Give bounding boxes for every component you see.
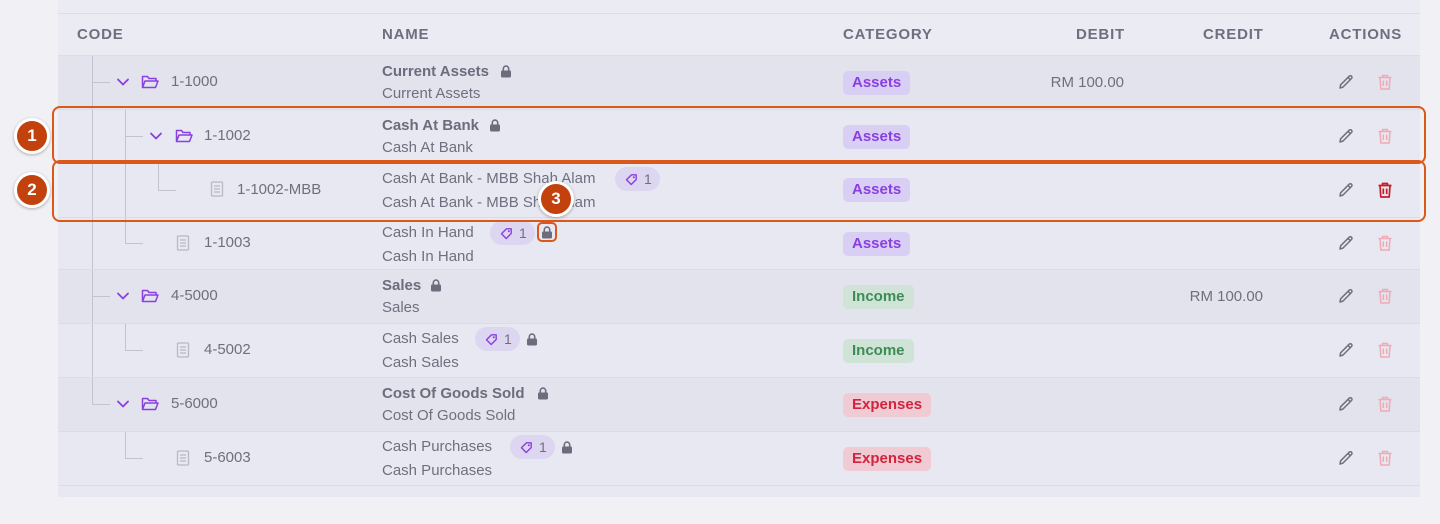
debit-amount: RM 100.00	[1050, 74, 1124, 91]
tree-line	[92, 296, 110, 297]
account-code: 5-6003	[204, 449, 251, 466]
tree-line	[92, 404, 110, 405]
credit-amount: RM 100.00	[1189, 288, 1263, 305]
step-marker-1: 1	[14, 118, 50, 154]
tree-line	[92, 378, 93, 404]
account-name: Cost Of Goods Sold	[382, 385, 525, 402]
document-icon	[176, 342, 190, 358]
account-code: 1-1000	[171, 73, 218, 90]
trash-icon[interactable]	[1377, 395, 1393, 413]
account-description: Cost Of Goods Sold	[382, 407, 516, 424]
tag-count-pill[interactable]: 1	[510, 435, 555, 459]
tag-count: 1	[519, 225, 527, 241]
trash-icon[interactable]	[1377, 341, 1393, 359]
header-name[interactable]: NAME	[382, 26, 429, 43]
account-description: Current Assets	[382, 85, 481, 102]
account-description: Cash Purchases	[382, 462, 493, 479]
lock-icon	[431, 279, 441, 292]
account-code: 4-5000	[171, 287, 218, 304]
tag-count-pill[interactable]: 1	[490, 221, 535, 245]
account-code: 4-5002	[204, 341, 251, 358]
tag-count: 1	[539, 439, 547, 455]
lock-icon	[538, 387, 548, 400]
header-actions: ACTIONS	[1329, 26, 1403, 43]
folder-open-icon	[141, 75, 159, 89]
folder-open-icon	[141, 289, 159, 303]
table-top-edge	[58, 0, 1420, 14]
tag-icon	[520, 441, 532, 453]
category-badge: Assets	[843, 232, 911, 256]
step-marker-3: 3	[538, 181, 574, 217]
highlight-box-1	[52, 106, 1426, 164]
pencil-icon[interactable]	[1337, 449, 1355, 467]
tag-count-pill[interactable]: 1	[475, 327, 520, 351]
account-code: 1-1003	[204, 234, 251, 251]
lock-icon	[562, 441, 572, 454]
category-badge: Assets	[843, 71, 911, 95]
account-name: Cash Purchases	[382, 438, 493, 455]
tree-line	[125, 324, 126, 350]
trash-icon[interactable]	[1377, 234, 1393, 252]
document-icon	[176, 450, 190, 466]
pencil-icon[interactable]	[1337, 73, 1355, 91]
chevron-down-icon[interactable]	[116, 289, 130, 303]
tree-line	[125, 432, 126, 458]
highlight-box-2	[52, 160, 1426, 222]
account-code: 5-6000	[171, 395, 218, 412]
account-name: Cash Sales	[382, 330, 459, 347]
account-description: Cash Sales	[382, 354, 459, 371]
tree-line	[92, 218, 93, 269]
tag-icon	[500, 227, 512, 239]
account-name: Current Assets	[382, 63, 489, 80]
trash-icon[interactable]	[1377, 287, 1393, 305]
category-badge: Expenses	[843, 447, 932, 471]
pencil-icon[interactable]	[1337, 287, 1355, 305]
table-row[interactable]: 1-1000 Current Assets Current Assets Ass…	[58, 56, 1420, 110]
pencil-icon[interactable]	[1337, 395, 1355, 413]
lock-icon	[501, 65, 511, 78]
header-debit[interactable]: DEBIT	[1076, 26, 1125, 43]
table-row[interactable]: 5-6003 Cash Purchases 1 Cash Purchases E…	[58, 432, 1420, 486]
account-name: Sales	[382, 277, 422, 294]
pencil-icon[interactable]	[1337, 341, 1355, 359]
tree-line	[125, 458, 143, 459]
document-icon	[176, 235, 190, 251]
lock-highlight-box	[537, 222, 557, 242]
tag-icon	[485, 333, 497, 345]
header-code[interactable]: CODE	[77, 26, 124, 43]
tree-line	[125, 243, 143, 244]
chart-of-accounts-table: CODE NAME CATEGORY DEBIT CREDIT ACTIONS …	[58, 0, 1420, 497]
table-header: CODE NAME CATEGORY DEBIT CREDIT ACTIONS	[58, 14, 1420, 56]
chevron-down-icon[interactable]	[116, 397, 130, 411]
trash-icon[interactable]	[1377, 73, 1393, 91]
header-category[interactable]: CATEGORY	[843, 26, 933, 43]
chevron-down-icon[interactable]	[116, 75, 130, 89]
lock-icon	[527, 333, 537, 346]
tree-line	[92, 324, 93, 377]
table-row[interactable]: 1-1003 Cash In Hand 1 Cash In Hand Asset…	[58, 218, 1420, 270]
category-badge: Income	[843, 285, 914, 309]
table-row[interactable]: 4-5000 Sales Sales Income RM 100.00	[58, 270, 1420, 324]
step-marker-2: 2	[14, 172, 50, 208]
account-description: Sales	[382, 299, 420, 316]
category-badge: Expenses	[843, 393, 932, 417]
account-description: Cash In Hand	[382, 248, 474, 265]
account-name: Cash In Hand	[382, 224, 474, 241]
table-row[interactable]: 4-5002 Cash Sales 1 Cash Sales Income	[58, 324, 1420, 378]
tree-line	[125, 350, 143, 351]
category-badge: Income	[843, 339, 914, 363]
table-row[interactable]: 5-6000 Cost Of Goods Sold Cost Of Goods …	[58, 378, 1420, 432]
folder-open-icon	[141, 397, 159, 411]
pencil-icon[interactable]	[1337, 234, 1355, 252]
trash-icon[interactable]	[1377, 449, 1393, 467]
header-credit[interactable]: CREDIT	[1203, 26, 1264, 43]
tag-count: 1	[504, 331, 512, 347]
tree-line	[92, 82, 110, 83]
